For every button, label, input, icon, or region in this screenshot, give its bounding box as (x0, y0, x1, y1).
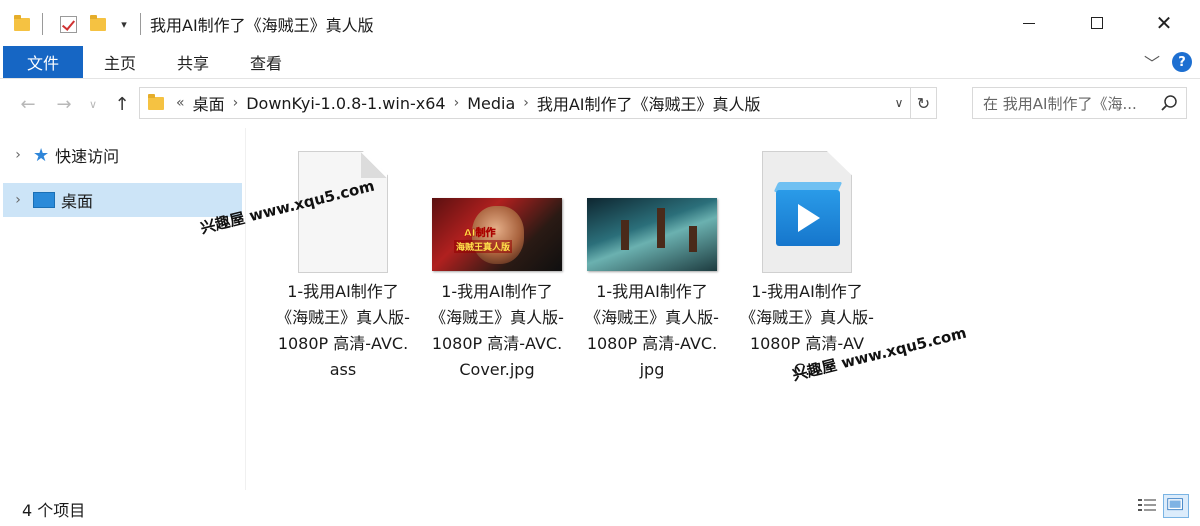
chevron-down-icon: ∨ (88, 97, 98, 111)
sidebar-item-label: 快速访问 (55, 147, 120, 166)
folder-icon[interactable] (12, 12, 32, 36)
minimize-button[interactable] (1006, 0, 1052, 46)
properties-icon[interactable] (57, 12, 79, 36)
sidebar-item-label: 桌面 (61, 192, 94, 211)
status-item-count: 4 个项目 (22, 501, 86, 520)
sidebar-item-quick-access[interactable]: › ★ 快速访问 (3, 138, 242, 172)
search-icon (1161, 95, 1177, 111)
desktop-icon (33, 192, 55, 208)
image-thumbnail: AI制作 海贼王真人版 (432, 198, 562, 271)
close-icon: ✕ (1155, 11, 1173, 35)
refresh-icon: ↻ (916, 93, 931, 113)
sidebar-item-desktop[interactable]: › 桌面 (3, 183, 242, 217)
chevron-right-icon[interactable]: › (3, 147, 33, 163)
breadcrumb-desktop[interactable]: 桌面 (193, 91, 225, 115)
window-title: 我用AI制作了《海贼王》真人版 (150, 16, 374, 35)
file-name: 1-我用AI制作了《海贼王》真人版-1080P 高清-AVC.ass (276, 282, 410, 379)
file-item-jpg[interactable]: 1-我用AI制作了《海贼王》真人版-1080P 高清-AVC.jpg (577, 143, 727, 383)
search-box[interactable]: 在 我用AI制作了《海... (972, 87, 1187, 119)
ribbon-divider (0, 78, 1200, 79)
overflow-icon[interactable]: « (176, 95, 185, 111)
file-item-ass[interactable]: 1-我用AI制作了《海贼王》真人版-1080P 高清-AVC.ass (268, 143, 418, 383)
refresh-button[interactable]: ↻ (910, 88, 936, 118)
video-file-icon (762, 151, 852, 273)
thumbnail-caption: 海贼王真人版 (454, 240, 513, 253)
star-icon: ★ (33, 144, 50, 166)
close-button[interactable]: ✕ (1141, 0, 1187, 46)
tab-share[interactable]: 共享 (165, 46, 221, 78)
toolbar-divider (140, 13, 141, 35)
back-button[interactable]: ← (16, 92, 40, 116)
chevron-right-icon[interactable]: › (233, 95, 239, 111)
chevron-right-icon[interactable]: › (523, 95, 529, 111)
arrow-left-icon: ← (20, 93, 36, 115)
document-icon (298, 151, 388, 273)
title-bar: ▾ 我用AI制作了《海贼王》真人版 ✕ (0, 0, 1200, 46)
arrow-right-icon: → (56, 93, 72, 115)
tab-view[interactable]: 查看 (238, 46, 294, 78)
address-bar[interactable]: « 桌面 › DownKyi-1.0.8-1.win-x64 › Media ›… (139, 87, 937, 119)
arrow-up-icon: ↑ (114, 93, 130, 115)
image-thumbnail (587, 198, 717, 271)
customize-toolbar-icon[interactable]: ▾ (116, 12, 132, 36)
ribbon-tabs: 文件 主页 共享 查看 (0, 46, 1200, 78)
recent-locations-button[interactable]: ∨ (84, 92, 102, 116)
breadcrumb-current-folder[interactable]: 我用AI制作了《海贼王》真人版 (537, 91, 761, 115)
search-input[interactable]: 在 我用AI制作了《海... (973, 93, 1153, 114)
up-button[interactable]: ↑ (110, 92, 134, 116)
details-view-icon[interactable] (1136, 496, 1158, 516)
folder-icon (148, 93, 164, 110)
tab-home[interactable]: 主页 (92, 46, 148, 78)
breadcrumb-downkyi[interactable]: DownKyi-1.0.8-1.win-x64 (246, 94, 445, 113)
address-dropdown-icon[interactable]: ∨ (888, 96, 910, 110)
toolbar-divider (42, 13, 43, 35)
forward-button[interactable]: → (52, 92, 76, 116)
file-name: 1-我用AI制作了《海贼王》真人版-1080P 高清-AVC.Cover.jpg (430, 282, 564, 379)
file-item-cover-jpg[interactable]: AI制作 海贼王真人版 1-我用AI制作了《海贼王》真人版-1080P 高清-A… (422, 143, 572, 383)
expand-ribbon-icon[interactable]: ﹀ (1144, 50, 1160, 74)
large-icons-view-icon[interactable] (1163, 494, 1189, 518)
file-name: 1-我用AI制作了《海贼王》真人版-1080P 高清-AVC.jpg (585, 282, 719, 379)
help-icon[interactable]: ? (1172, 52, 1192, 72)
minimize-icon (1023, 22, 1035, 24)
breadcrumb-media[interactable]: Media (467, 94, 515, 113)
chevron-right-icon[interactable]: › (454, 95, 460, 111)
tab-file[interactable]: 文件 (3, 46, 83, 78)
new-folder-icon[interactable] (88, 12, 108, 36)
navigation-pane: › ★ 快速访问 › 桌面 (0, 128, 246, 490)
chevron-right-icon[interactable]: › (3, 192, 33, 208)
maximize-icon (1091, 17, 1103, 29)
maximize-button[interactable] (1074, 0, 1120, 46)
thumbnail-caption: AI制作 (464, 228, 496, 239)
